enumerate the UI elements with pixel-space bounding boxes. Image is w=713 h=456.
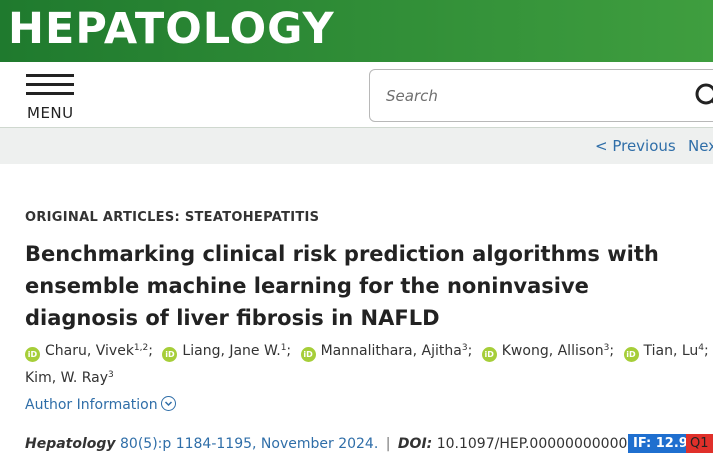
orcid-icon[interactable]: iD — [300, 347, 316, 362]
hamburger-icon-bar — [26, 92, 74, 95]
article-title: Benchmarking clinical risk prediction al… — [25, 242, 659, 330]
author-separator: ; — [467, 343, 473, 359]
chevron-down-icon — [160, 396, 176, 411]
author-affiliation: 1,2 — [133, 343, 149, 353]
author-list: iD Charu, Vivek1,2; iD Liang, Jane W.1; iD… — [25, 336, 713, 390]
author-item[interactable]: iD Liang, Jane W.1; — [162, 336, 291, 363]
author-name[interactable]: Mannalithara, Ajitha — [321, 343, 462, 359]
author-item[interactable]: iD Mannalithara, Ajitha3; — [300, 336, 473, 363]
next-link[interactable]: Nex — [688, 137, 713, 155]
search-box — [369, 69, 713, 122]
hamburger-icon — [26, 74, 74, 77]
article-section[interactable]: ORIGINAL ARTICLES: STEATOHEPATITIS — [25, 210, 319, 225]
doi-label: DOI: — [397, 436, 433, 452]
author-separator: ; — [148, 343, 153, 359]
citation-separator: | — [385, 436, 391, 452]
menu-label: MENU — [27, 104, 74, 122]
citation-journal: Hepatology — [25, 436, 116, 452]
citation-issue-link[interactable]: 80(5):p 1184-1195, November 2024. — [120, 436, 378, 452]
author-name[interactable]: Liang, Jane W. — [182, 343, 280, 359]
author-separator: ; — [286, 343, 292, 359]
previous-link[interactable]: < Previous — [595, 137, 676, 155]
author-name[interactable]: Kim, W. Ray — [25, 370, 108, 386]
journal-title[interactable]: HEPATOLOGY — [8, 4, 335, 54]
author-information-label: Author Information — [25, 397, 158, 413]
menu-button[interactable]: MENU — [24, 74, 78, 122]
author-affiliation: 3 — [108, 370, 114, 380]
author-item[interactable]: iD Tian, Lu4; — [623, 336, 709, 363]
author-separator: ; — [609, 343, 615, 359]
orcid-icon[interactable]: iD — [623, 347, 639, 362]
quartile-badge: Q1 — [686, 434, 713, 453]
citation-line: Hepatology 80(5):p 1184-1195, November 2… — [25, 436, 684, 452]
journal-banner[interactable]: HEPATOLOGY — [0, 0, 713, 62]
author-item[interactable]: iD Charu, Vivek1,2; — [25, 336, 153, 363]
author-name[interactable]: Kwong, Allison — [502, 343, 604, 359]
orcid-icon[interactable]: iD — [481, 347, 497, 362]
author-separator: ; — [704, 343, 709, 359]
author-item[interactable]: Kim, W. Ray3 — [25, 363, 114, 390]
author-name[interactable]: Tian, Lu — [644, 343, 699, 359]
orcid-icon[interactable]: iD — [162, 347, 178, 362]
hamburger-icon-bar — [26, 83, 74, 86]
author-name[interactable]: Charu, Vivek — [45, 343, 134, 359]
author-information-toggle[interactable]: Author Information — [25, 396, 176, 413]
author-item[interactable]: iD Kwong, Allison3; — [481, 336, 615, 363]
impact-factor-badge: IF: 12.9 — [628, 434, 693, 453]
orcid-icon[interactable]: iD — [25, 347, 40, 362]
article-nav-bar: < Previous Nex — [0, 128, 713, 164]
search-input[interactable] — [384, 84, 668, 108]
search-icon[interactable] — [694, 82, 713, 112]
